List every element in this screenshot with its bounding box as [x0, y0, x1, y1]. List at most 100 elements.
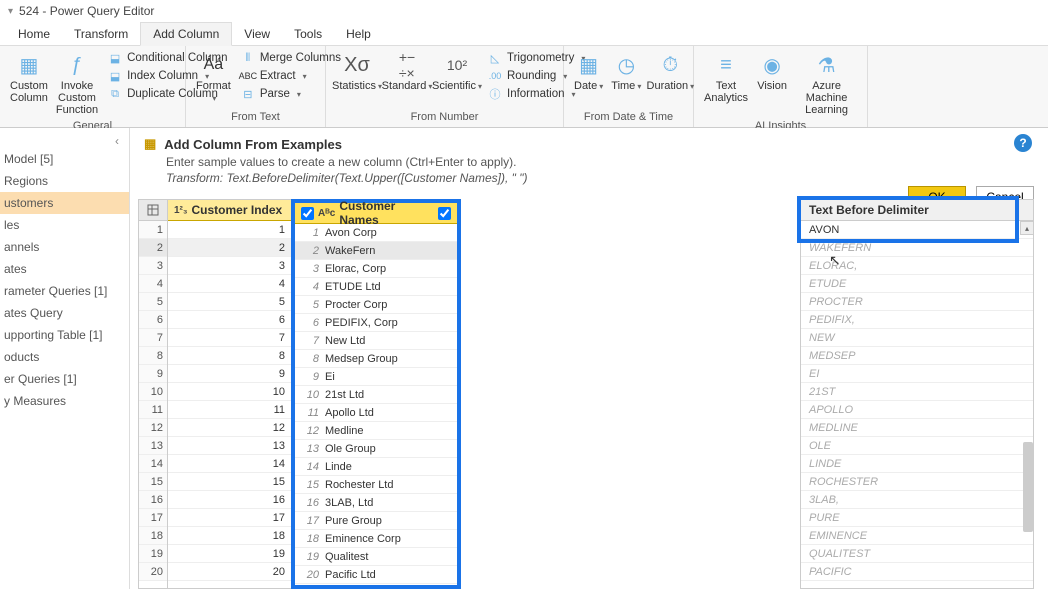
name-cell[interactable]: 19Qualitest — [295, 548, 457, 566]
name-cell[interactable]: 18Eminence Corp — [295, 530, 457, 548]
result-cell[interactable]: EMINENCE — [801, 527, 1033, 545]
result-cell[interactable]: MEDSEP — [801, 347, 1033, 365]
index-cell[interactable]: 17 — [168, 509, 291, 527]
result-cell[interactable]: PROCTER — [801, 293, 1033, 311]
row-number[interactable]: 11 — [139, 401, 167, 419]
query-item[interactable]: y Measures — [0, 390, 129, 412]
row-number[interactable]: 14 — [139, 455, 167, 473]
index-cell[interactable]: 10 — [168, 383, 291, 401]
row-number[interactable]: 18 — [139, 527, 167, 545]
query-item[interactable]: er Queries [1] — [0, 368, 129, 390]
scientific-button[interactable]: 10²Scientific▾ — [434, 48, 480, 97]
result-cell[interactable]: ROCHESTER — [801, 473, 1033, 491]
result-cell[interactable]: PEDIFIX, — [801, 311, 1033, 329]
row-number[interactable]: 7 — [139, 329, 167, 347]
index-cell[interactable]: 15 — [168, 473, 291, 491]
azure-ml-button[interactable]: ⚗Azure Machine Learning — [794, 48, 859, 120]
query-item[interactable]: Regions — [0, 170, 129, 192]
result-cell[interactable]: LINDE — [801, 455, 1033, 473]
index-cell[interactable]: 12 — [168, 419, 291, 437]
result-cell[interactable]: MEDLINE — [801, 419, 1033, 437]
row-number[interactable]: 16 — [139, 491, 167, 509]
result-cell[interactable]: PACIFIC — [801, 563, 1033, 581]
column-menu-checkbox[interactable] — [438, 207, 451, 220]
row-number[interactable]: 20 — [139, 563, 167, 581]
text-analytics-button[interactable]: ≡Text Analytics — [702, 48, 750, 108]
query-item[interactable]: oducts — [0, 346, 129, 368]
result-cell[interactable]: ELORAC, — [801, 257, 1033, 275]
row-number[interactable]: 2 — [139, 239, 167, 257]
name-cell[interactable]: 1021st Ltd — [295, 386, 457, 404]
result-cell[interactable]: NEW — [801, 329, 1033, 347]
scroll-up-button[interactable]: ▴ — [1020, 221, 1034, 235]
row-number[interactable]: 6 — [139, 311, 167, 329]
result-column[interactable]: Text Before Delimiter AVONWAKEFERNELORAC… — [800, 199, 1034, 589]
result-cell[interactable]: AVON — [801, 221, 1033, 239]
index-cell[interactable]: 20 — [168, 563, 291, 581]
index-cell[interactable]: 18 — [168, 527, 291, 545]
query-item[interactable]: ustomers — [0, 192, 129, 214]
index-cell[interactable]: 2 — [168, 239, 291, 257]
custom-column-button[interactable]: ▦ Custom Column — [8, 48, 50, 108]
menu-home[interactable]: Home — [6, 23, 62, 45]
index-cell[interactable]: 3 — [168, 257, 291, 275]
name-cell[interactable]: 4ETUDE Ltd — [295, 278, 457, 296]
index-cell[interactable]: 1 — [168, 221, 291, 239]
menu-help[interactable]: Help — [334, 23, 383, 45]
name-cell[interactable]: 15Rochester Ltd — [295, 476, 457, 494]
result-cell[interactable]: EI — [801, 365, 1033, 383]
name-cell[interactable]: 6PEDIFIX, Corp — [295, 314, 457, 332]
format-button[interactable]: Áá Format▾ — [194, 48, 233, 109]
menu-transform[interactable]: Transform — [62, 23, 140, 45]
query-item[interactable]: upporting Table [1] — [0, 324, 129, 346]
row-number[interactable]: 15 — [139, 473, 167, 491]
invoke-function-button[interactable]: ƒ Invoke Custom Function — [54, 48, 100, 120]
index-cell[interactable]: 19 — [168, 545, 291, 563]
row-number[interactable]: 8 — [139, 347, 167, 365]
row-number[interactable]: 1 — [139, 221, 167, 239]
name-cell[interactable]: 8Medsep Group — [295, 350, 457, 368]
name-cell[interactable]: 20Pacific Ltd — [295, 566, 457, 584]
name-cell[interactable]: 2WakeFern — [295, 242, 457, 260]
result-cell[interactable]: WAKEFERN — [801, 239, 1033, 257]
name-cell[interactable]: 11Apollo Ltd — [295, 404, 457, 422]
index-cell[interactable]: 5 — [168, 293, 291, 311]
index-cell[interactable]: 9 — [168, 365, 291, 383]
name-cell[interactable]: 13Ole Group — [295, 440, 457, 458]
select-column-checkbox[interactable] — [301, 207, 314, 220]
result-cell[interactable]: OLE — [801, 437, 1033, 455]
row-number[interactable]: 19 — [139, 545, 167, 563]
row-number[interactable]: 3 — [139, 257, 167, 275]
result-cell[interactable]: PURE — [801, 509, 1033, 527]
row-number[interactable]: 9 — [139, 365, 167, 383]
vision-button[interactable]: ◉Vision — [754, 48, 790, 96]
query-item[interactable]: Model [5] — [0, 148, 129, 170]
index-cell[interactable]: 4 — [168, 275, 291, 293]
query-item[interactable]: les — [0, 214, 129, 236]
name-cell[interactable]: 7New Ltd — [295, 332, 457, 350]
duration-button[interactable]: ⏱Duration▾ — [647, 48, 693, 97]
name-cell[interactable]: 163LAB, Ltd — [295, 494, 457, 512]
menu-view[interactable]: View — [232, 23, 282, 45]
row-number[interactable]: 10 — [139, 383, 167, 401]
menu-tools[interactable]: Tools — [282, 23, 334, 45]
index-cell[interactable]: 8 — [168, 347, 291, 365]
index-cell[interactable]: 6 — [168, 311, 291, 329]
name-cell[interactable]: 3Elorac, Corp — [295, 260, 457, 278]
index-cell[interactable]: 16 — [168, 491, 291, 509]
index-cell[interactable]: 11 — [168, 401, 291, 419]
query-item[interactable]: ates Query — [0, 302, 129, 324]
query-item[interactable]: ates — [0, 258, 129, 280]
name-cell[interactable]: 9Ei — [295, 368, 457, 386]
statistics-button[interactable]: XσStatistics▾ — [334, 48, 380, 97]
help-icon[interactable]: ? — [1014, 134, 1032, 152]
name-cell[interactable]: 12Medline — [295, 422, 457, 440]
customer-names-column[interactable]: Aᴮc Customer Names 1Avon Corp2WakeFern3E… — [291, 199, 461, 589]
time-button[interactable]: ◷Time▾ — [609, 48, 643, 97]
result-cell[interactable]: APOLLO — [801, 401, 1033, 419]
result-header[interactable]: Text Before Delimiter — [801, 200, 1033, 221]
query-item[interactable]: rameter Queries [1] — [0, 280, 129, 302]
table-options-button[interactable] — [139, 200, 167, 221]
result-cell[interactable]: QUALITEST — [801, 545, 1033, 563]
date-button[interactable]: ▦Date▾ — [572, 48, 605, 97]
